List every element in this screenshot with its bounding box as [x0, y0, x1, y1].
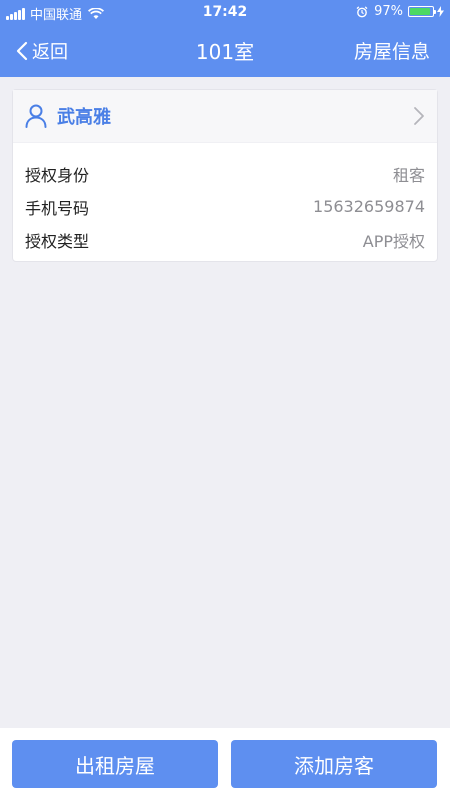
alarm-icon [356, 5, 368, 17]
row-value: APP授权 [362, 231, 425, 251]
row-value: 15632659874 [313, 197, 425, 216]
detail-row-identity: 授权身份 租客 [13, 157, 437, 190]
row-label: 授权身份 [25, 165, 90, 185]
tenant-card: 武高雅 授权身份 租客 手机号码 15632659874 授权类型 APP授权 [12, 89, 438, 262]
nav-bar: 返回 101室 房屋信息 [0, 24, 450, 77]
tenant-name: 武高雅 [57, 107, 111, 128]
tenant-card-header[interactable]: 武高雅 [13, 90, 437, 143]
user-icon [25, 104, 47, 128]
row-label: 手机号码 [25, 198, 90, 218]
tenant-details: 授权身份 租客 手机号码 15632659874 授权类型 APP授权 [13, 143, 437, 256]
status-bar: 中国联通 17:42 97% [0, 0, 450, 24]
row-value: 租客 [392, 165, 425, 185]
header: 中国联通 17:42 97% 返回 101室 房屋信息 [0, 0, 450, 77]
detail-row-phone: 手机号码 15632659874 [13, 190, 437, 223]
battery-percent: 97% [374, 4, 403, 19]
row-label: 授权类型 [25, 231, 90, 251]
charging-icon [437, 6, 444, 17]
house-info-button[interactable]: 房屋信息 [354, 37, 430, 64]
bottom-action-bar: 出租房屋 添加房客 [0, 728, 450, 800]
detail-row-auth-type: 授权类型 APP授权 [13, 223, 437, 256]
chevron-right-icon [414, 107, 424, 125]
app-screen: 中国联通 17:42 97% 返回 101室 房屋信息 武高雅 授权身份 租客 … [0, 0, 450, 800]
add-tenant-button[interactable]: 添加房客 [231, 740, 437, 788]
battery-icon [408, 6, 436, 17]
rent-house-button[interactable]: 出租房屋 [12, 740, 218, 788]
status-right: 97% [356, 4, 444, 19]
